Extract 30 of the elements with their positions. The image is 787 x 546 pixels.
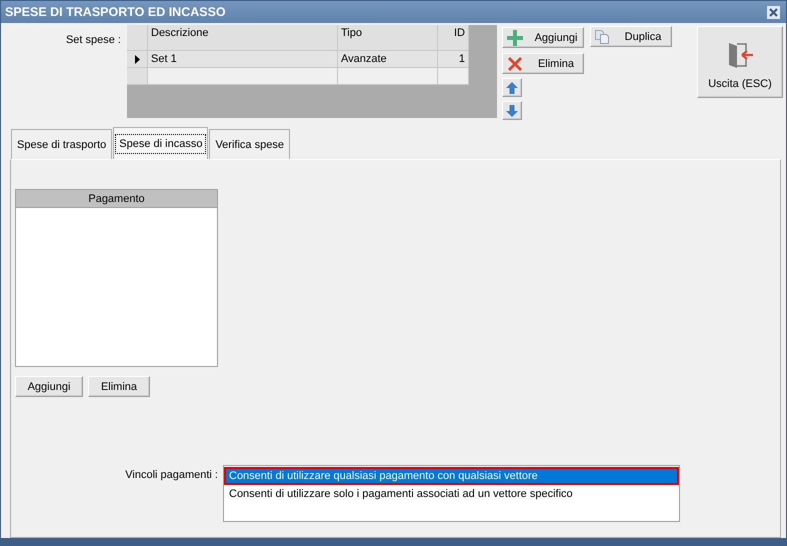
table-cell: 1 <box>438 51 469 68</box>
exit-button[interactable]: Uscita (ESC) <box>697 26 783 98</box>
table-cell <box>438 68 469 85</box>
tab[interactable]: Spese di trasporto <box>11 129 112 159</box>
duplicate-button[interactable]: Duplica <box>590 26 672 47</box>
field-label: Set spese : <box>64 33 122 48</box>
add-button[interactable]: Aggiungi <box>502 27 584 48</box>
copy-icon <box>595 30 609 44</box>
delete-icon <box>507 56 523 72</box>
column-header[interactable]: Pagamento <box>16 190 217 208</box>
close-icon[interactable] <box>767 6 780 18</box>
delete-button[interactable]: Elimina <box>502 53 584 74</box>
list-item[interactable]: Consenti di utilizzare qualsiasi pagamento con qualsiasi vettore <box>224 467 679 485</box>
delete-button[interactable]: Elimina <box>88 376 150 397</box>
tab[interactable]: Spese di incasso <box>113 127 208 159</box>
plus-icon <box>507 30 523 46</box>
table-cell: Set 1 <box>148 51 338 68</box>
list-item[interactable]: Consenti di utilizzare solo i pagamenti associati ad un vettore specifico <box>224 485 679 503</box>
tab[interactable]: Verifica spese <box>209 129 290 159</box>
row-header[interactable] <box>127 51 148 68</box>
column-header[interactable]: Tipo <box>338 25 438 51</box>
move-up-button[interactable] <box>502 78 522 97</box>
column-header[interactable]: ID <box>438 25 469 51</box>
move-down-button[interactable] <box>502 101 522 120</box>
field-label: Vincoli pagamenti : <box>124 468 218 481</box>
table-cell: Avanzate <box>338 51 438 68</box>
window-title: SPESE DI TRASPORTO ED INCASSO <box>5 5 226 19</box>
column-header[interactable]: Descrizione <box>148 25 338 51</box>
add-button[interactable]: Aggiungi <box>15 376 83 397</box>
payment-list[interactable]: Pagamento <box>15 189 218 367</box>
